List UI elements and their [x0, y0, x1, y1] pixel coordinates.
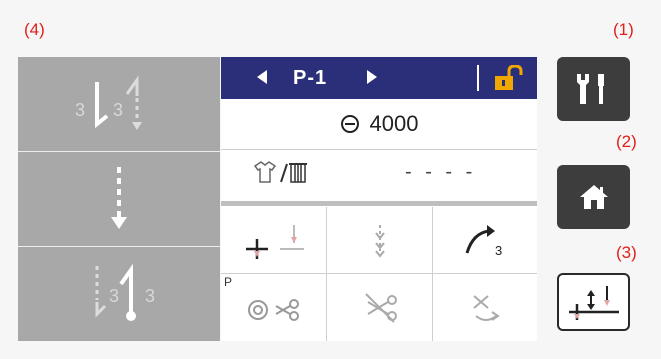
function-grid: 3 P — [221, 207, 537, 341]
right-triangle-icon — [367, 70, 377, 84]
loop-stitch-number: 3 — [495, 243, 502, 258]
needle-up-down-icon — [568, 286, 619, 320]
slow-start-button[interactable] — [327, 207, 432, 274]
wiper-icon — [472, 294, 500, 321]
loop-stitch-icon: 3 — [465, 224, 502, 258]
left-mode-panel: 3 3 3 3 — [18, 57, 220, 341]
start-backtack-icon: 3 3 — [75, 75, 142, 130]
trim-off-button[interactable] — [327, 274, 432, 341]
loop-stitch-button[interactable]: 3 — [433, 207, 538, 274]
wrench-screwdriver-icon — [576, 74, 604, 104]
section-divider — [221, 201, 537, 206]
end-backtack-icon: 3 3 — [95, 263, 155, 321]
next-program-button[interactable] — [365, 69, 379, 90]
mode-start-backtack-button[interactable]: 3 3 — [18, 57, 220, 151]
mode-end-backtack-button[interactable]: 3 3 — [18, 247, 220, 341]
program-bar-separator — [477, 65, 479, 91]
normal-stitch-arrow-icon — [111, 167, 127, 229]
counter-value: 4000 — [369, 111, 419, 136]
wiper-button[interactable] — [433, 274, 538, 341]
garment-count-value: - - - - — [405, 161, 477, 183]
end-backtack-digit-left: 3 — [109, 286, 119, 306]
needle-stop-button[interactable] — [221, 207, 326, 274]
no-trim-icon — [364, 292, 397, 323]
start-backtack-digit-right: 3 — [113, 100, 123, 120]
wiper-trim-icon — [247, 298, 299, 321]
program-bar: P-1 — [221, 57, 537, 99]
presser-foot-button[interactable] — [557, 273, 630, 331]
mode-normal-stitch-button[interactable] — [18, 152, 220, 246]
counter-row[interactable]: 4000 — [221, 99, 537, 149]
shirt-bobbin-icon — [253, 161, 307, 183]
main-panel: P-1 4000 - - - - 3 P — [221, 57, 537, 341]
end-backtack-digit-right: 3 — [145, 286, 155, 306]
callout-4: (4) — [24, 20, 45, 39]
settings-button[interactable] — [557, 57, 630, 121]
callout-3: (3) — [616, 243, 637, 262]
needle-stop-position-icon — [245, 224, 304, 259]
unlocked-padlock-icon — [495, 64, 523, 90]
left-triangle-icon — [257, 70, 267, 84]
program-name: P-1 — [293, 67, 328, 89]
prev-program-button[interactable] — [255, 69, 269, 90]
slow-start-icon — [374, 224, 385, 258]
lock-button[interactable] — [493, 64, 525, 96]
garment-counter-row[interactable]: - - - - — [221, 150, 537, 194]
home-button[interactable] — [557, 165, 630, 229]
callout-2: (2) — [616, 132, 637, 151]
home-icon — [579, 185, 608, 209]
start-backtack-digit-left: 3 — [75, 100, 85, 120]
counter-dial-icon — [340, 115, 359, 133]
callout-1: (1) — [613, 20, 634, 39]
thread-trim-button[interactable] — [221, 274, 326, 341]
